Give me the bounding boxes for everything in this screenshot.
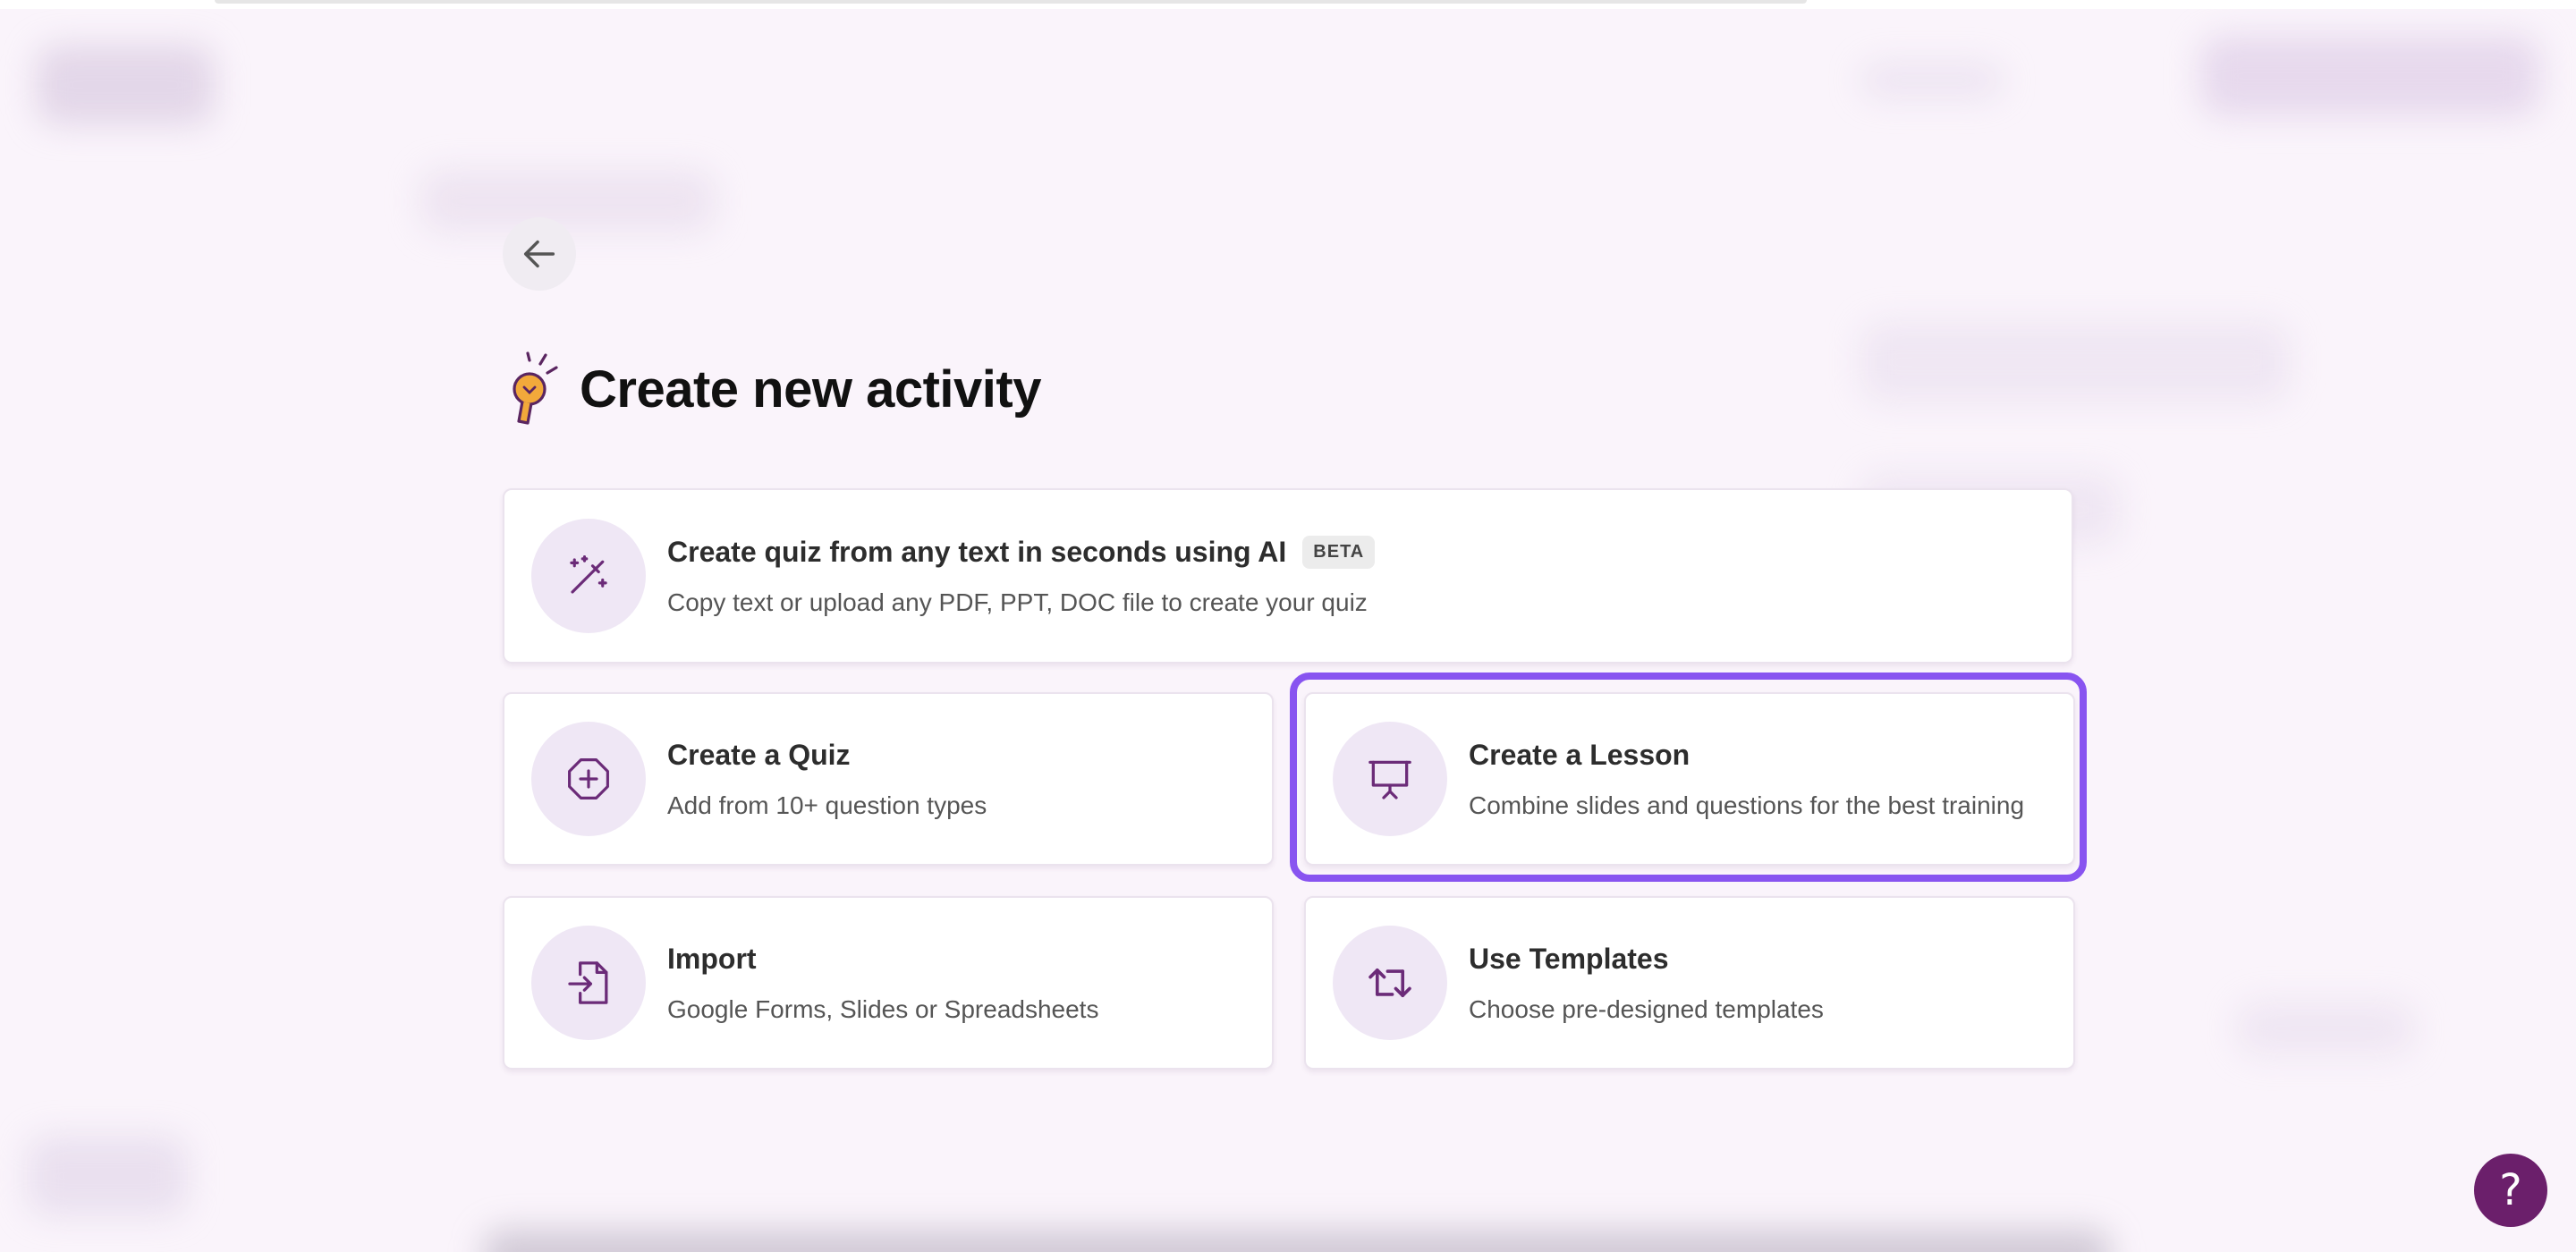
blurred-header-link xyxy=(1860,63,2004,98)
option-title: Create a Quiz xyxy=(667,738,851,771)
presentation-icon xyxy=(1368,760,1411,799)
option-icon-circle xyxy=(531,722,646,836)
option-title: Import xyxy=(667,942,757,975)
blurred-background-panel xyxy=(1860,322,2290,402)
option-icon-circle xyxy=(1333,722,1447,836)
option-description: Choose pre-designed templates xyxy=(1469,994,1824,1023)
help-button[interactable]: ? xyxy=(2474,1154,2547,1227)
file-import-icon xyxy=(568,961,608,1004)
create-quiz-with-ai-option[interactable]: Create quiz from any text in seconds usi… xyxy=(503,488,2073,664)
browser-top-edge xyxy=(0,0,2576,9)
option-text: Use Templates Choose pre-designed templa… xyxy=(1469,943,1824,1024)
option-text: Create a Quiz Add from 10+ question type… xyxy=(667,739,987,820)
magic-wand-icon xyxy=(570,555,607,594)
option-text: Create a Lesson Combine slides and quest… xyxy=(1469,739,2024,820)
blurred-bottom-bar xyxy=(483,1230,2111,1252)
blurred-background-text xyxy=(420,170,716,233)
option-description: Google Forms, Slides or Spreadsheets xyxy=(667,994,1099,1023)
arrow-left-icon xyxy=(523,240,555,268)
create-lesson-option[interactable]: Create a Lesson Combine slides and quest… xyxy=(1304,692,2075,866)
blurred-header-button xyxy=(2200,36,2540,116)
import-option[interactable]: Import Google Forms, Slides or Spreadshe… xyxy=(503,896,1274,1070)
option-title: Create a Lesson xyxy=(1469,738,1690,771)
page-header: Create new activity xyxy=(503,344,1041,434)
option-icon-circle xyxy=(531,926,646,1040)
option-icon-circle xyxy=(531,519,646,633)
option-title: Create quiz from any text in seconds usi… xyxy=(667,535,1376,569)
beta-badge: BETA xyxy=(1302,535,1376,569)
option-title: Use Templates xyxy=(1469,942,1669,975)
option-icon-circle xyxy=(1333,926,1447,1040)
blurred-avatar xyxy=(27,1136,188,1216)
create-quiz-option[interactable]: Create a Quiz Add from 10+ question type… xyxy=(503,692,1274,866)
use-templates-option[interactable]: Use Templates Choose pre-designed templa… xyxy=(1304,896,2075,1070)
swap-arrows-icon xyxy=(1368,968,1411,998)
page-title: Create new activity xyxy=(580,360,1041,419)
option-description: Copy text or upload any PDF, PPT, DOC fi… xyxy=(667,588,1368,616)
blurred-logo xyxy=(36,45,215,125)
option-title-label: Create quiz from any text in seconds usi… xyxy=(667,535,1287,568)
lightbulb-icon xyxy=(513,351,558,425)
option-text: Import Google Forms, Slides or Spreadshe… xyxy=(667,943,1098,1024)
blurred-background-text xyxy=(2236,1002,2415,1055)
back-button[interactable] xyxy=(503,217,576,291)
option-description: Combine slides and questions for the bes… xyxy=(1469,791,2025,819)
plus-octagon-icon xyxy=(568,758,609,799)
option-description: Add from 10+ question types xyxy=(667,791,987,819)
question-mark-icon: ? xyxy=(2499,1165,2522,1215)
option-text: Create quiz from any text in seconds usi… xyxy=(667,535,1376,617)
